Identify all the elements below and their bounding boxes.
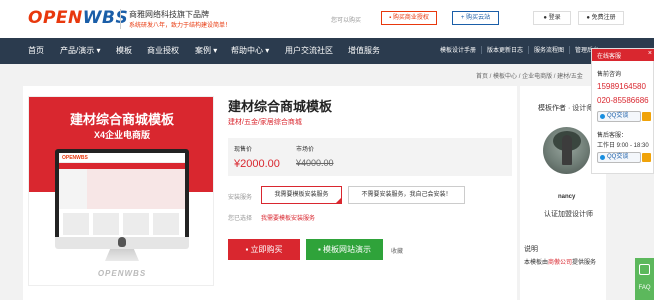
after-sales-title: 售后客服：: [597, 133, 628, 139]
note-heading: 说明: [524, 246, 538, 253]
qq-icon: [600, 155, 605, 160]
avatar[interactable]: [543, 127, 590, 174]
breadcrumb-templates[interactable]: 模板中心: [493, 74, 517, 80]
nav-templates[interactable]: 模板: [116, 38, 132, 64]
breadcrumb-category[interactable]: 建材/五金: [557, 74, 583, 80]
price-box: 现售价 ¥2000.00 市场价 ¥4000.00: [228, 138, 512, 176]
top-header: OPENWBS 商雅网络科技旗下品牌 系统研发八年，致力于结构建设简单！ 您可以…: [0, 0, 654, 38]
main-nav: 首页 产品/演示 ▾ 模板 商业授权 案例 ▾ 帮助中心 ▾ 用户交流社区 增值…: [0, 38, 654, 64]
screen-category-list: [59, 169, 87, 209]
selected-value: 我需要模板安装服务: [261, 216, 316, 222]
register-button[interactable]: ● 免费注册: [578, 11, 624, 25]
author-heading: 模板作者 · 设计师: [538, 105, 594, 112]
monitor-mockup: OPENWBS: [55, 149, 189, 243]
avatar-tree-trunk: [562, 135, 572, 165]
note-company-link[interactable]: 商傲公司: [548, 260, 572, 266]
market-price: ¥4000.00: [296, 158, 334, 168]
banner-title: 建材综合商城模板: [69, 112, 174, 127]
buy-now-button[interactable]: ▪ 立即购买: [228, 239, 300, 260]
breadcrumb-home[interactable]: 首页: [476, 74, 488, 80]
qq-icon: [600, 114, 605, 119]
selected-check-icon: [335, 197, 342, 204]
breadcrumb: 首页 / 模板中心 / 企业电商版 / 建材/五金: [476, 74, 583, 80]
selected-label: 您已选择: [228, 216, 253, 222]
pre-sales-title: 售前咨询: [597, 72, 622, 78]
install-service-option[interactable]: 我需要模板安装服务: [261, 186, 342, 204]
screen-logo: OPENWBS: [62, 155, 88, 161]
screen-hero: [87, 169, 185, 209]
nav-home[interactable]: 首页: [28, 38, 44, 64]
current-price: ¥2000.00: [234, 158, 280, 170]
check-icon: [642, 112, 651, 121]
screen-header: OPENWBS: [59, 153, 185, 163]
logo-divider: [120, 9, 121, 29]
favorite-link[interactable]: 收藏: [391, 246, 403, 255]
market-price-label: 市场价: [296, 147, 315, 153]
cs-header: 在线客服 ×: [592, 49, 654, 61]
nav-service-flow[interactable]: 服务流程图: [534, 48, 564, 54]
banner-footer-logo: OPENWBS: [97, 269, 147, 278]
nav-value-services[interactable]: 增值服务: [348, 38, 380, 64]
nav-separator: [481, 46, 483, 55]
product-preview-image[interactable]: 建材综合商城模板 X4企业电商版 OPENWBS OPENWBS: [28, 96, 214, 286]
nav-products[interactable]: 产品/演示 ▾: [60, 38, 100, 64]
phone-2: 020-85586686: [597, 96, 649, 105]
nav-design-manual[interactable]: 模板设计手册: [440, 48, 476, 54]
slogan-sub: 系统研发八年，致力于结构建设简单！: [129, 23, 232, 29]
faq-label: FAQ: [638, 285, 651, 291]
screen-tile: [93, 213, 119, 235]
screen-tile: [123, 213, 149, 235]
nav-community[interactable]: 用户交流社区: [285, 38, 333, 64]
chat-icon: [639, 264, 650, 275]
qq-chat-button[interactable]: QQ交谈: [597, 111, 641, 122]
site-logo[interactable]: OPENWBS: [28, 8, 128, 28]
author-badge: 认证加盟设计师: [544, 211, 593, 218]
market-label: 您可以购买: [331, 18, 362, 24]
nav-help[interactable]: 帮助中心 ▾: [231, 38, 269, 64]
current-price-label: 现售价: [234, 147, 253, 153]
note-body: 本模板由商傲公司提供服务: [524, 260, 597, 266]
author-name[interactable]: nancy: [558, 194, 575, 200]
qq-chat-button-2[interactable]: QQ交谈: [597, 152, 641, 163]
faq-button[interactable]: FAQ: [635, 258, 654, 300]
no-install-option[interactable]: 不需要安装服务，我自己会安装！: [348, 186, 465, 204]
nav-changelog[interactable]: 版本更新日志: [487, 48, 523, 54]
apple-icon: [118, 237, 126, 247]
nav-right-links: 模板设计手册 版本更新日志 服务流程图 管理后台: [440, 38, 599, 64]
cs-title: 在线客服: [597, 54, 622, 60]
phone-1: 15989164580: [597, 82, 646, 91]
monitor-stand: [105, 249, 139, 261]
nav-cases[interactable]: 案例 ▾: [195, 38, 217, 64]
screen-tile: [153, 213, 179, 235]
slogan: 商雅网络科技旗下品牌: [129, 10, 209, 19]
product-title: 建材综合商城模板: [228, 99, 333, 114]
install-service-label: 安装服务: [228, 195, 253, 201]
breadcrumb-edition[interactable]: 企业电商版: [522, 74, 552, 80]
buy-license-button[interactable]: ▪ 购买商业授权: [381, 11, 437, 25]
close-icon[interactable]: ×: [648, 50, 652, 57]
customer-service-widget: 在线客服 × 售前咨询 15989164580 020-85586686 QQ交…: [591, 48, 654, 174]
login-button[interactable]: ● 登录: [533, 11, 571, 25]
screen-tile: [63, 213, 89, 235]
demo-button[interactable]: ▪ 模板网站演示: [306, 239, 383, 260]
nav-separator: [528, 46, 530, 55]
check-icon: [642, 153, 651, 162]
nav-license[interactable]: 商业授权: [147, 38, 179, 64]
breadcrumb-bar: 首页 / 模板中心 / 企业电商版 / 建材/五金: [0, 64, 654, 86]
buy-cloud-button[interactable]: + 购买云站: [452, 11, 499, 25]
work-hours: 工作日 9:00 - 18:30: [597, 143, 649, 149]
banner-subtitle: X4企业电商版: [93, 130, 150, 140]
nav-separator: [569, 46, 571, 55]
product-tags[interactable]: 建材/五金/家居综合商城: [228, 117, 302, 127]
